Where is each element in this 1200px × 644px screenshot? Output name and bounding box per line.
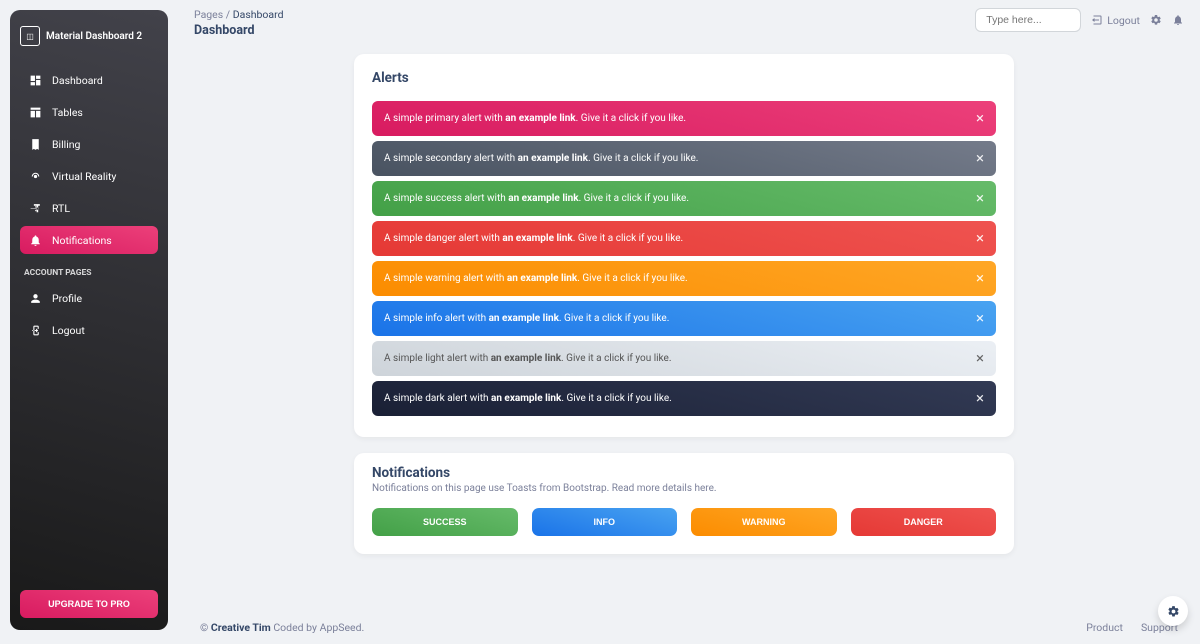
alert-link[interactable]: an example link [489, 313, 559, 324]
logout-link[interactable]: Logout [1091, 14, 1140, 27]
alert-link[interactable]: an example link [505, 113, 575, 124]
brand-text: Material Dashboard 2 [46, 31, 142, 42]
alert-danger: A simple danger alert with an example li… [372, 221, 996, 256]
bell-icon [28, 233, 42, 247]
sidebar-item-virtual-reality[interactable]: Virtual Reality [20, 162, 158, 190]
settings-fab[interactable] [1158, 596, 1188, 626]
alert-link[interactable]: an example link [491, 393, 561, 404]
alert-secondary: A simple secondary alert with an example… [372, 141, 996, 176]
alert-link[interactable]: an example link [491, 353, 561, 364]
table-icon [28, 105, 42, 119]
alert-text: A simple success alert with an example l… [384, 193, 689, 204]
alert-dark: A simple dark alert with an example link… [372, 381, 996, 416]
dashboard-icon [28, 73, 42, 87]
footer: © Creative Tim Coded by AppSeed. Product… [194, 611, 1184, 644]
alert-close-button[interactable]: × [976, 351, 984, 366]
sidebar: ◫ Material Dashboard 2 Dashboard Tables Bi… [10, 10, 168, 630]
alert-link[interactable]: an example link [518, 153, 588, 164]
sidebar-item-label: Profile [52, 292, 82, 305]
notifications-button[interactable] [1172, 14, 1184, 26]
alert-link[interactable]: an example link [508, 193, 578, 204]
bell-icon [1172, 14, 1184, 26]
alert-success: A simple success alert with an example l… [372, 181, 996, 216]
alert-text: A simple light alert with an example lin… [384, 353, 671, 364]
topbar: Pages / Dashboard Dashboard Logout [194, 8, 1184, 38]
sidebar-item-notifications[interactable]: Notifications [20, 226, 158, 254]
alert-info: A simple info alert with an example link… [372, 301, 996, 336]
success-toast-button[interactable]: SUCCESS [372, 508, 518, 536]
alert-light: A simple light alert with an example lin… [372, 341, 996, 376]
vr-icon [28, 169, 42, 183]
footer-copyright: © Creative Tim Coded by AppSeed. [200, 621, 364, 634]
alert-text: A simple warning alert with an example l… [384, 273, 688, 284]
page-title: Dashboard [194, 23, 284, 38]
brand-icon: ◫ [20, 26, 40, 46]
search-input[interactable] [975, 8, 1081, 32]
settings-button[interactable] [1150, 14, 1162, 26]
warning-toast-button[interactable]: WARNING [691, 508, 837, 536]
upgrade-button[interactable]: UPGRADE TO PRO [20, 590, 158, 618]
sidebar-item-billing[interactable]: Billing [20, 130, 158, 158]
footer-brand-link[interactable]: Creative Tim [211, 621, 271, 634]
sidebar-item-profile[interactable]: Profile [20, 284, 158, 312]
receipt-icon [28, 137, 42, 151]
info-toast-button[interactable]: INFO [532, 508, 678, 536]
notifications-subtitle: Notifications on this page use Toasts fr… [372, 483, 996, 494]
sidebar-item-rtl[interactable]: RTL [20, 194, 158, 222]
sidebar-item-label: RTL [52, 202, 70, 215]
logout-icon [1091, 14, 1103, 26]
sidebar-item-dashboard[interactable]: Dashboard [20, 66, 158, 94]
sidebar-item-label: Virtual Reality [52, 170, 116, 183]
sidebar-item-tables[interactable]: Tables [20, 98, 158, 126]
alert-close-button[interactable]: × [976, 391, 984, 406]
alert-text: A simple danger alert with an example li… [384, 233, 683, 244]
main-content: Pages / Dashboard Dashboard Logout [178, 0, 1200, 644]
alerts-card: Alerts A simple primary alert with an ex… [354, 54, 1014, 437]
alert-text: A simple dark alert with an example link… [384, 393, 672, 404]
sidebar-item-logout[interactable]: Logout [20, 316, 158, 344]
sidebar-section-label: ACCOUNT PAGES [24, 268, 158, 278]
breadcrumb-current: Dashboard [233, 8, 284, 21]
breadcrumb: Pages / Dashboard [194, 8, 284, 21]
alert-link[interactable]: an example link [507, 273, 577, 284]
rtl-icon [28, 201, 42, 215]
alert-close-button[interactable]: × [976, 311, 984, 326]
alert-primary: A simple primary alert with an example l… [372, 101, 996, 136]
notifications-doc-link[interactable]: here [694, 483, 713, 494]
alert-close-button[interactable]: × [976, 191, 984, 206]
alert-text: A simple primary alert with an example l… [384, 113, 686, 124]
danger-toast-button[interactable]: DANGER [851, 508, 997, 536]
logout-icon [28, 323, 42, 337]
alert-close-button[interactable]: × [976, 271, 984, 286]
alert-link[interactable]: an example link [502, 233, 572, 244]
notifications-card: Notifications Notifications on this page… [354, 453, 1014, 554]
sidebar-item-label: Dashboard [52, 74, 103, 87]
alert-text: A simple secondary alert with an example… [384, 153, 698, 164]
alert-close-button[interactable]: × [976, 111, 984, 126]
footer-link-product[interactable]: Product [1086, 621, 1123, 634]
alert-close-button[interactable]: × [976, 231, 984, 246]
breadcrumb-parent[interactable]: Pages [194, 8, 223, 21]
alert-text: A simple info alert with an example link… [384, 313, 669, 324]
gear-icon [1150, 14, 1162, 26]
notifications-title: Notifications [372, 465, 996, 481]
alert-warning: A simple warning alert with an example l… [372, 261, 996, 296]
alerts-title: Alerts [354, 66, 1014, 96]
sidebar-item-label: Logout [52, 324, 85, 337]
sidebar-item-label: Tables [52, 106, 83, 119]
person-icon [28, 291, 42, 305]
sidebar-item-label: Notifications [52, 234, 112, 247]
gear-icon [1167, 605, 1180, 618]
brand[interactable]: ◫ Material Dashboard 2 [20, 22, 158, 54]
sidebar-item-label: Billing [52, 138, 80, 151]
alert-close-button[interactable]: × [976, 151, 984, 166]
